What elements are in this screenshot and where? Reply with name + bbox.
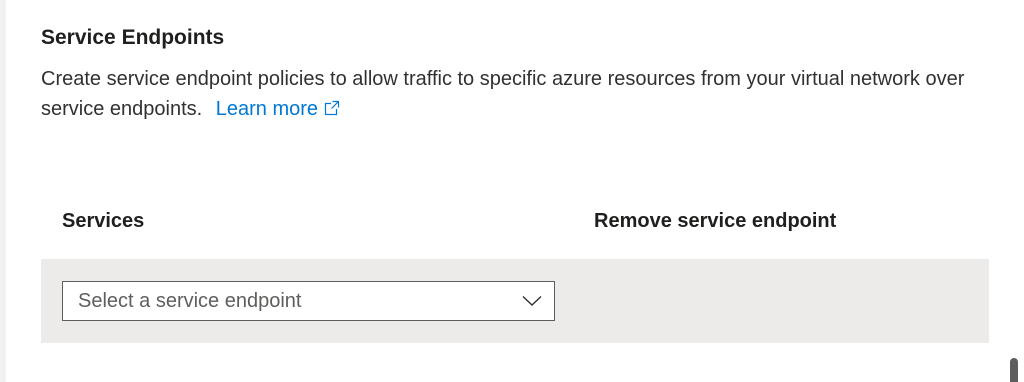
description-text: Create service endpoint policies to allo…: [41, 68, 965, 120]
scrollbar-thumb[interactable]: [1010, 358, 1018, 382]
chevron-down-icon: [522, 294, 542, 312]
services-column-header: Services: [62, 210, 145, 232]
service-endpoint-dropdown[interactable]: Select a service endpoint: [62, 281, 555, 321]
panel-edge: [0, 0, 6, 382]
learn-more-link[interactable]: Learn more: [215, 98, 341, 120]
service-endpoints-page: Service Endpoints Create service endpoin…: [0, 0, 1024, 382]
section-description: Create service endpoint policies to allo…: [41, 64, 981, 125]
dropdown-placeholder: Select a service endpoint: [78, 290, 302, 312]
learn-more-label: Learn more: [215, 98, 319, 120]
section-title: Service Endpoints: [41, 26, 225, 49]
external-link-icon: [324, 95, 341, 125]
remove-endpoint-column-header: Remove service endpoint: [594, 210, 837, 232]
table-row: Select a service endpoint: [41, 259, 989, 343]
